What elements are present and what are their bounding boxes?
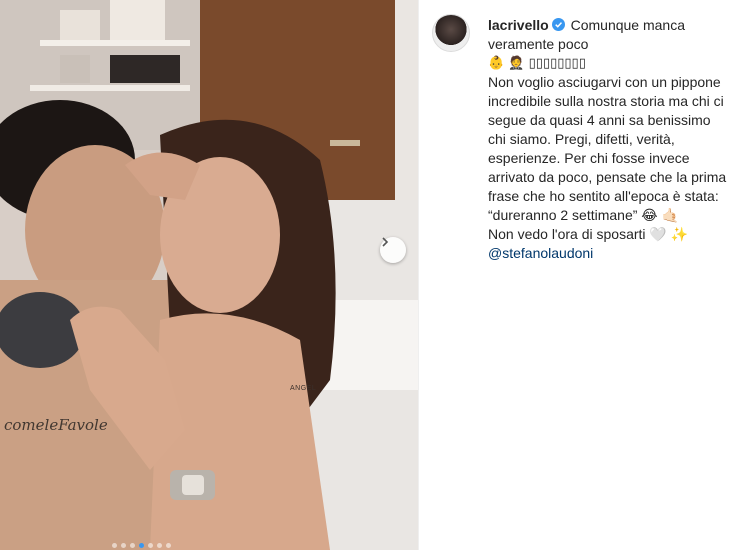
verified-badge-icon <box>551 18 565 31</box>
carousel-dot <box>157 543 162 548</box>
caption-line: Comunque manca <box>570 17 685 33</box>
caption-line: “dureranno 2 settimane” 😂 🤙🏻 <box>488 207 679 223</box>
caption-line: Non vedo l'ora di sposarti 🤍 ✨ <box>488 226 689 242</box>
carousel-dot <box>130 543 135 548</box>
caption-line: incredibile sulla nostra storia ma chi c… <box>488 93 724 109</box>
carousel-dot-active <box>139 543 144 548</box>
photo-illustration <box>0 0 418 550</box>
caption-line: arrivato da poco, pensate che la prima <box>488 169 727 185</box>
carousel-dot <box>166 543 171 548</box>
panel-divider <box>418 0 419 550</box>
carousel-dot <box>112 543 117 548</box>
next-slide-button[interactable] <box>380 237 406 263</box>
caption-line: chi siamo. Pregi, difetti, verità, <box>488 131 675 147</box>
tattoo-arm-text: ANGEL <box>290 385 317 392</box>
caption-line: segue da quasi 4 anni sa benissimo <box>488 112 711 128</box>
caption-line: frase che ho sentito all'epoca è stata: <box>488 188 719 204</box>
mention-link[interactable]: @stefanolaudoni <box>488 244 738 263</box>
username-link[interactable]: lacrivello <box>488 17 549 33</box>
tattoo-chest-text: comeleFavole <box>4 416 108 434</box>
post-photo[interactable]: comeleFavole ANGEL <box>0 0 418 550</box>
caption-text: lacrivello Comunque manca veramente poco… <box>488 16 738 263</box>
carousel-indicator <box>112 543 171 548</box>
carousel-dot <box>121 543 126 548</box>
caption-line: 👶 🤵 ▯▯▯▯▯▯▯▯ <box>488 56 586 71</box>
avatar[interactable] <box>432 14 470 52</box>
caption-line: Non voglio asciugarvi con un pippone <box>488 74 721 90</box>
caption-line: veramente poco <box>488 36 589 52</box>
caption-line: esperienze. Per chi fosse invece <box>488 150 690 166</box>
chevron-right-icon <box>382 237 389 247</box>
carousel-dot <box>148 543 153 548</box>
